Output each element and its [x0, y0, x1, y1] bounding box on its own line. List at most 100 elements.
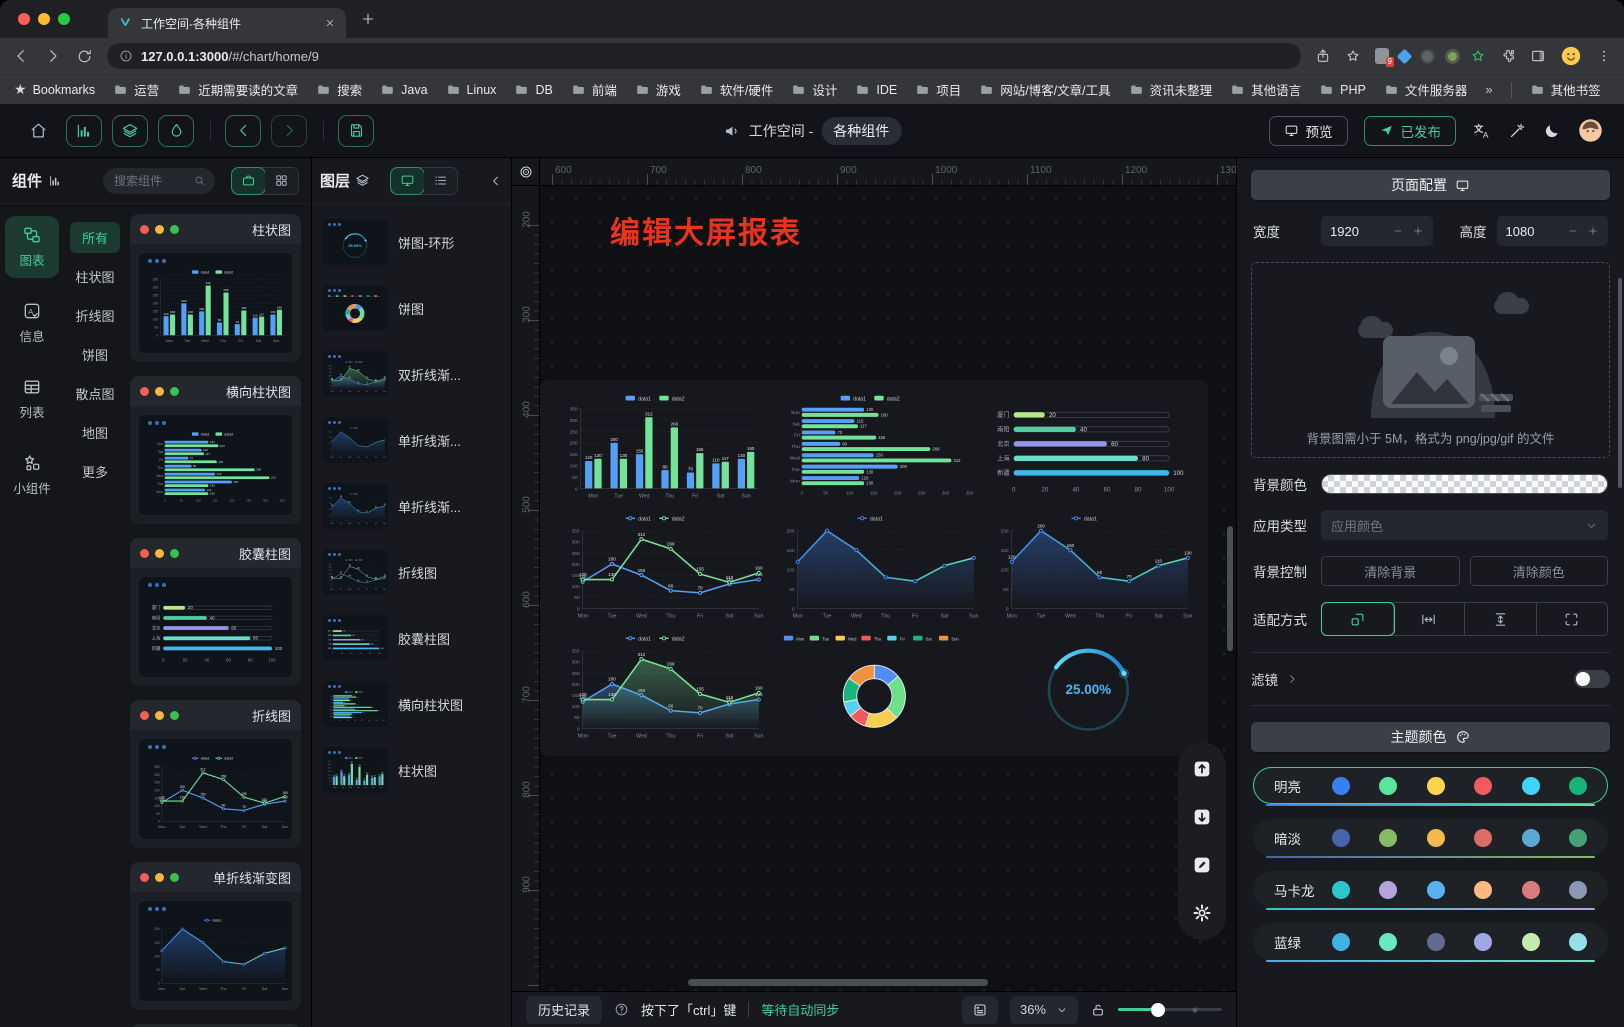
import-icon[interactable]	[1185, 800, 1219, 834]
chevron-right-icon[interactable]	[1286, 673, 1298, 685]
browser-tab[interactable]: 工作空间-各种组件	[108, 8, 346, 38]
extension-pin-icon[interactable]: 9	[1375, 48, 1389, 64]
layer-view-thumbnail[interactable]	[391, 168, 424, 194]
theme-row[interactable]: 蓝绿	[1253, 923, 1608, 960]
undo-button[interactable]	[225, 115, 261, 147]
workspace-name-pill[interactable]: 各种组件	[821, 117, 901, 145]
shortcut-panel-icon[interactable]	[962, 996, 998, 1024]
fit-width-button[interactable]	[1394, 603, 1466, 635]
layer-item[interactable]: data1data2050100150200250300350MonTueWed…	[318, 346, 505, 402]
clear-color-button[interactable]: 清除颜色	[1470, 556, 1609, 586]
component-search[interactable]	[103, 168, 215, 194]
tab-close-icon[interactable]	[324, 17, 336, 29]
rail-item[interactable]: A信息	[5, 292, 59, 354]
collapse-panel-icon[interactable]	[489, 174, 503, 188]
chart-board[interactable]: data1data2050100150200250300350Mon120130…	[540, 380, 1208, 756]
component-card[interactable]: 柱状图 data1data2050100150200250300350Mon12…	[130, 214, 301, 362]
category-item[interactable]: 散点图	[70, 378, 120, 409]
bookmarks-root[interactable]: ★Bookmarks	[14, 81, 95, 98]
bookmark-folder[interactable]: 软件/硬件	[699, 80, 773, 99]
profile-avatar-icon[interactable]	[1560, 45, 1582, 67]
bookmark-star-icon[interactable]	[1345, 48, 1361, 64]
new-tab-button[interactable]	[360, 11, 376, 27]
layer-view-list[interactable]	[424, 168, 457, 194]
fit-height-button[interactable]	[1465, 603, 1537, 635]
close-window-button[interactable]	[18, 13, 30, 25]
bookmark-folder[interactable]: 前端	[571, 80, 617, 99]
bookmark-folder[interactable]: 搜索	[316, 80, 362, 99]
theme-row[interactable]: 马卡龙	[1253, 871, 1608, 908]
category-item[interactable]: 饼图	[70, 339, 120, 370]
forward-icon[interactable]	[44, 47, 62, 65]
lock-icon[interactable]	[1090, 1002, 1106, 1018]
layer-item[interactable]: data1050100150200MonTueWedThuFriSatSun12…	[318, 478, 505, 534]
board-chart-ring-progress[interactable]: 25.00%	[983, 630, 1194, 746]
plus-icon[interactable]	[1412, 225, 1424, 237]
board-chart-horizontal-bar[interactable]: data1data2Sun130160Sat110117Fri70155Thu8…	[769, 390, 980, 506]
category-item[interactable]: 更多	[70, 456, 120, 487]
rail-item[interactable]: 列表	[5, 368, 59, 430]
help-icon[interactable]	[614, 1002, 629, 1017]
fit-full-button[interactable]	[1537, 603, 1608, 635]
share-icon[interactable]	[1315, 48, 1331, 64]
save-button[interactable]	[338, 115, 374, 147]
component-card[interactable]: 胶囊柱图 厦门20南阳40北京60上海80新疆100020406080100	[130, 538, 301, 686]
background-upload-dropzone[interactable]: 背景图需小于 5M，格式为 png/jpg/gif 的文件	[1251, 262, 1610, 458]
category-item[interactable]: 地图	[70, 417, 120, 448]
canvas-text-component[interactable]: 编辑大屏报表	[610, 208, 802, 252]
language-icon[interactable]: 文A	[1472, 121, 1492, 141]
filter-toggle[interactable]	[1574, 670, 1610, 688]
zoom-select[interactable]: 36%	[1010, 996, 1078, 1024]
zoom-slider[interactable]	[1118, 1008, 1222, 1011]
board-chart-capsule[interactable]: 厦门20南阳40北京60上海80新疆100020406080100	[983, 390, 1194, 506]
component-card[interactable]: 单折线渐变图 data1050100150200MonTueWedThuFriS…	[130, 862, 301, 1010]
rail-item[interactable]: 小组件	[5, 444, 59, 506]
reload-icon[interactable]	[76, 48, 93, 65]
layer-item[interactable]: data1data2Sun130160Sat110117Fri70155Thu8…	[318, 676, 505, 732]
extension-round-icon[interactable]	[1420, 49, 1435, 64]
plus-icon[interactable]	[1587, 225, 1599, 237]
extension-star-icon[interactable]	[1470, 48, 1486, 64]
category-item[interactable]: 折线图	[70, 300, 120, 331]
theme-row[interactable]: 明亮	[1253, 767, 1608, 804]
bookmark-folder[interactable]: DB	[514, 80, 552, 99]
layer-item[interactable]: data1data2050100150200250300350MonTueWed…	[318, 544, 505, 600]
url-bar[interactable]: 127.0.0.1:3000/#/chart/home/9	[107, 43, 1301, 69]
back-icon[interactable]	[12, 47, 30, 65]
layer-item[interactable]: MonTueWedThuFriSatSun 饼图	[318, 280, 505, 336]
theme-row[interactable]: 暗淡	[1253, 819, 1608, 856]
magic-wand-icon[interactable]	[1508, 121, 1527, 140]
layer-item[interactable]: data1050100150200MonTueWedThuFriSatSun 单…	[318, 412, 505, 468]
minimize-window-button[interactable]	[38, 13, 50, 25]
settings-gear-icon[interactable]	[1185, 896, 1219, 930]
category-item[interactable]: 所有	[70, 222, 120, 253]
bookmark-folder[interactable]: 网站/博客/文章/工具	[979, 80, 1110, 99]
detail-toggle-button[interactable]	[158, 115, 194, 147]
height-input[interactable]: 1080	[1497, 216, 1609, 246]
browser-menu-icon[interactable]	[1596, 48, 1612, 64]
design-canvas[interactable]: 编辑大屏报表 data1data2050100150200250300350Mo…	[540, 186, 1236, 991]
publish-button[interactable]: 已发布	[1364, 116, 1457, 146]
extensions-puzzle-icon[interactable]	[1500, 48, 1516, 64]
search-input[interactable]	[112, 173, 193, 189]
redo-button[interactable]	[271, 115, 307, 147]
export-icon[interactable]	[1185, 752, 1219, 786]
board-chart-pie[interactable]: MonTueWedThuFriSatSun	[769, 630, 980, 746]
bg-color-swatch[interactable]	[1321, 474, 1608, 494]
dark-mode-icon[interactable]	[1543, 122, 1561, 140]
bookmark-folder[interactable]: 资讯未整理	[1129, 80, 1213, 99]
extension-kite-icon[interactable]	[1397, 48, 1413, 64]
ruler-origin-eye-icon[interactable]	[512, 158, 540, 186]
zoom-slider-knob[interactable]	[1151, 1003, 1165, 1017]
bookmark-folder[interactable]: 游戏	[635, 80, 681, 99]
clear-background-button[interactable]: 清除背景	[1321, 556, 1460, 586]
other-bookmarks[interactable]: 其他书签	[1530, 80, 1601, 99]
layer-item[interactable]: 厦门20南阳40北京60上海80新疆100020406080100 胶囊柱图	[318, 610, 505, 666]
rail-item[interactable]: 图表	[5, 216, 59, 278]
user-avatar[interactable]	[1577, 117, 1604, 144]
bookmark-folder[interactable]: IDE	[855, 80, 897, 99]
view-toggle-grid[interactable]	[265, 168, 298, 194]
bookmark-folder[interactable]: 其他语言	[1230, 80, 1301, 99]
bookmark-folder[interactable]: 文件服务器	[1384, 80, 1468, 99]
minus-icon[interactable]	[1392, 225, 1404, 237]
